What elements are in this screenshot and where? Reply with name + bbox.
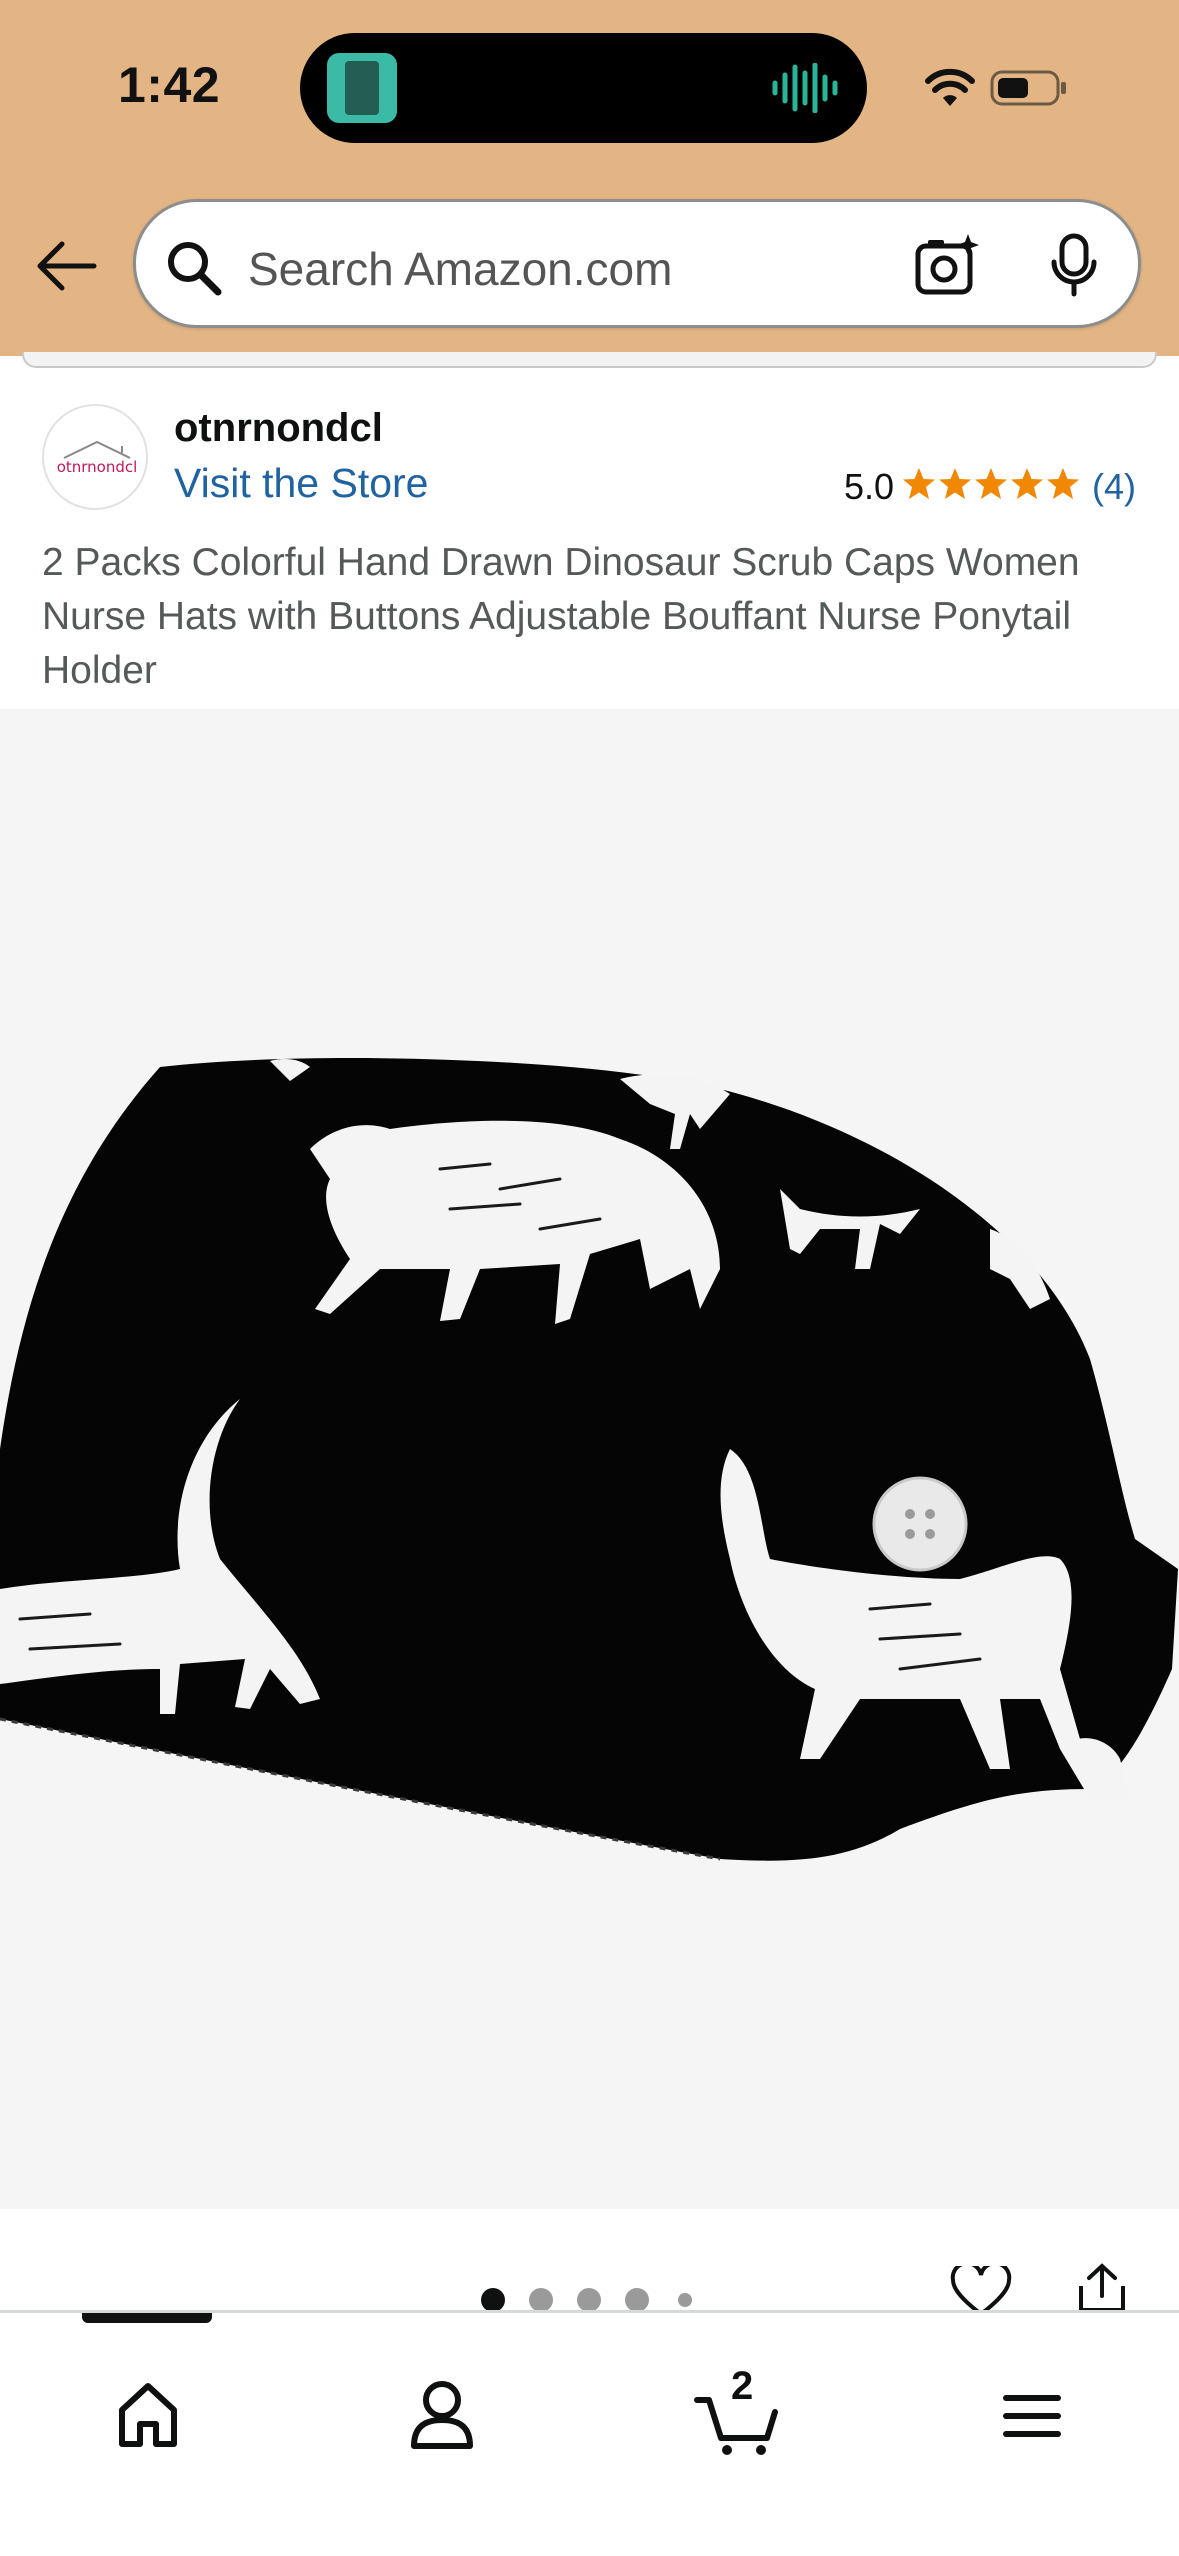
rating-value[interactable]: 5.0 xyxy=(844,466,894,508)
carousel-dot xyxy=(625,2288,649,2312)
microphone-icon[interactable] xyxy=(1046,232,1102,298)
scrub-cap-image[interactable] xyxy=(0,709,1179,2209)
star-rating-icon[interactable] xyxy=(901,466,1081,502)
product-image-area[interactable] xyxy=(0,709,1179,2209)
account-icon xyxy=(411,2381,473,2449)
menu-icon xyxy=(1003,2395,1061,2437)
camera-icon[interactable] xyxy=(914,232,980,298)
nav-cart[interactable]: 2 xyxy=(675,2358,795,2468)
back-arrow-icon[interactable] xyxy=(36,240,98,292)
active-tab-indicator xyxy=(82,2313,212,2323)
review-count-link[interactable]: (4) xyxy=(1092,466,1136,508)
search-input[interactable]: Search Amazon.com xyxy=(248,242,672,296)
carousel-dot xyxy=(577,2288,601,2312)
status-time: 1:42 xyxy=(118,57,221,113)
app-header: 1:42 Search Amazon.com xyxy=(0,0,1179,356)
battery-icon xyxy=(990,70,1066,106)
product-title: 2 Packs Colorful Hand Drawn Dinosaur Scr… xyxy=(42,541,1080,692)
heart-icon[interactable] xyxy=(950,2266,1012,2316)
home-icon xyxy=(119,2383,177,2447)
carousel-dot-active xyxy=(481,2288,505,2312)
nav-account[interactable] xyxy=(382,2358,502,2468)
now-playing-thumbnail xyxy=(327,53,397,123)
header-divider xyxy=(22,352,1157,368)
search-icon xyxy=(168,242,222,296)
bottom-navigation: 2 xyxy=(0,2310,1179,2556)
nav-menu[interactable] xyxy=(972,2358,1092,2468)
cart-count-badge: 2 xyxy=(731,2364,754,2408)
store-logo-text: otnrnondcl xyxy=(57,458,138,476)
store-name[interactable]: otnrnondcl xyxy=(174,406,383,451)
wifi-icon xyxy=(925,68,975,106)
search-bar[interactable]: Search Amazon.com xyxy=(133,199,1141,328)
share-icon[interactable] xyxy=(1073,2262,1131,2312)
store-logo[interactable]: otnrnondcl xyxy=(42,404,148,510)
carousel-dot xyxy=(678,2293,692,2307)
visit-store-link[interactable]: Visit the Store xyxy=(174,460,429,507)
dynamic-island[interactable] xyxy=(300,33,867,143)
nav-home[interactable] xyxy=(88,2358,208,2468)
carousel-dot xyxy=(529,2288,553,2312)
audio-waveform-icon xyxy=(772,63,838,113)
